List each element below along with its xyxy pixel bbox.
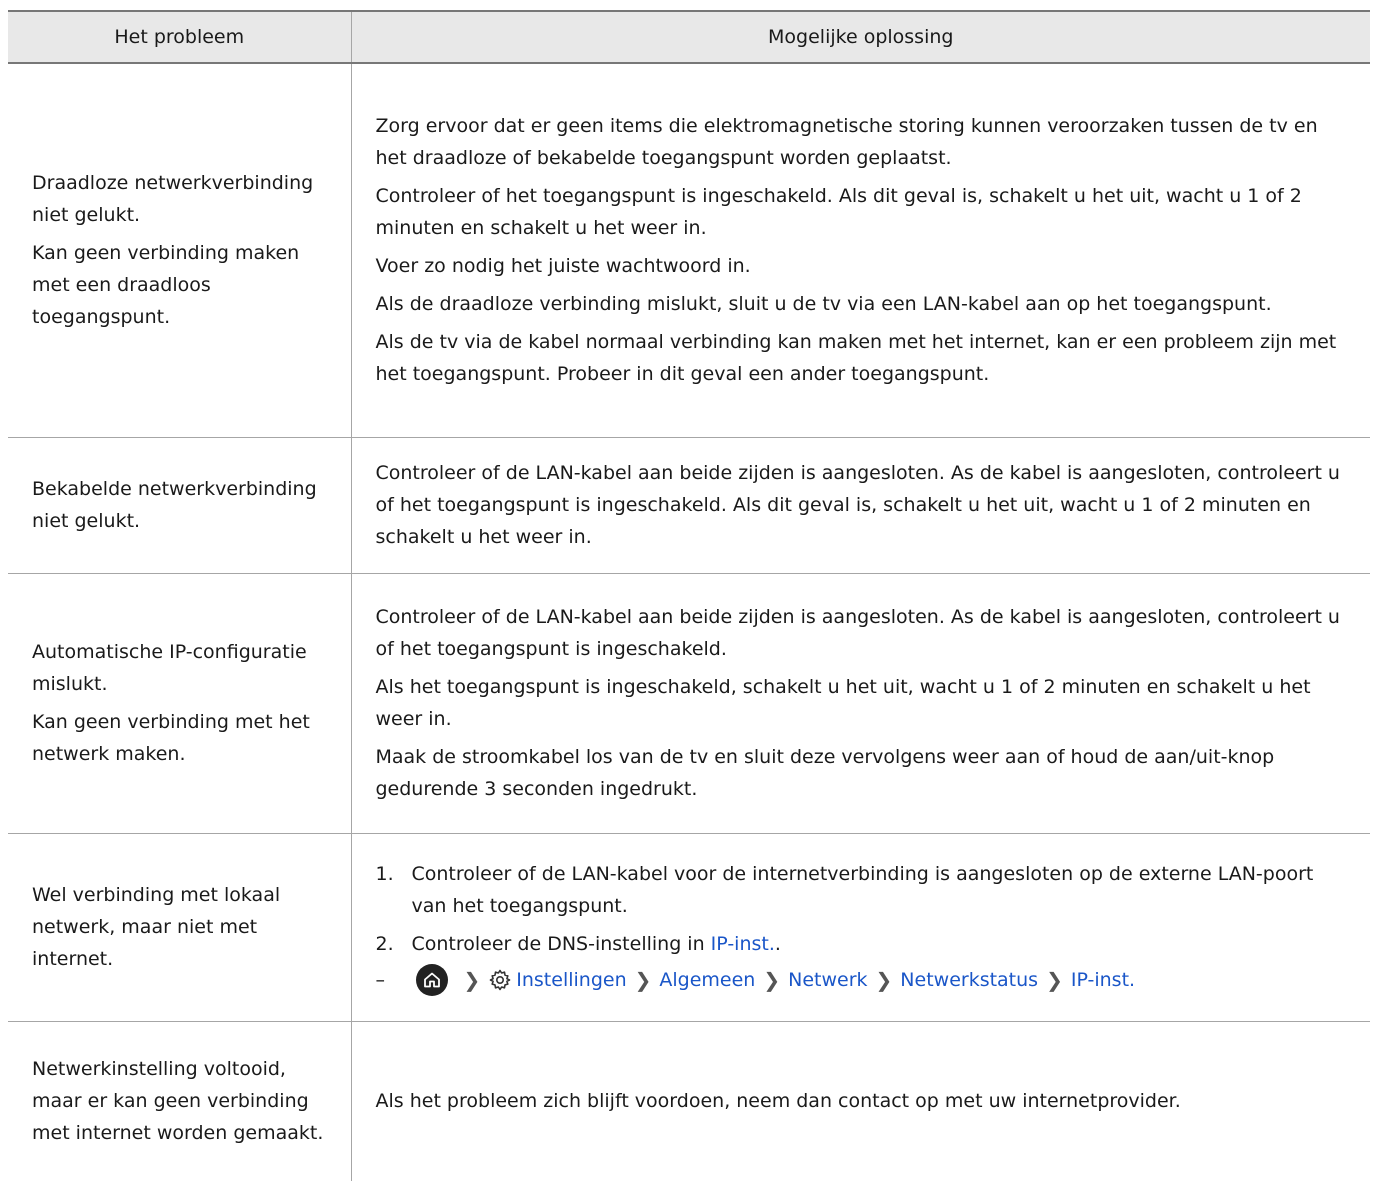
problem-text: Kan geen verbinding met het netwerk make… — [32, 711, 310, 765]
step-text: Controleer of de LAN-kabel voor de inter… — [411, 863, 1314, 917]
table-header-row: Het probleem Mogelijke oplossing — [8, 10, 1370, 64]
table-row: Draadloze netwerkverbinding niet gelukt.… — [8, 63, 1370, 438]
problem-cell: Bekabelde netwerkverbinding niet gelukt. — [8, 437, 352, 574]
chevron-right-icon: ❯ — [875, 968, 893, 992]
problem-cell: Automatische IP-configuratie mislukt. Ka… — [8, 573, 352, 834]
problem-text: Wel verbinding met lokaal netwerk, maar … — [32, 884, 281, 970]
solution-text: Als het probleem zich blijft voordoen, n… — [375, 1090, 1181, 1113]
table-row: Bekabelde netwerkverbinding niet gelukt.… — [8, 437, 1370, 574]
steps-list: 1. Controleer of de LAN-kabel voor de in… — [376, 858, 1351, 960]
chevron-right-icon: ❯ — [763, 968, 781, 992]
step-item: 1. Controleer of de LAN-kabel voor de in… — [376, 858, 1351, 922]
solution-cell: Controleer of de LAN-kabel aan beide zij… — [351, 573, 1370, 834]
gear-icon — [488, 968, 512, 992]
path-item-netwerk[interactable]: Netwerk — [788, 964, 867, 996]
step-text-container: Controleer de DNS-instelling in IP-inst.… — [412, 928, 1351, 960]
problem-text: Draadloze netwerkverbinding niet gelukt. — [32, 172, 314, 227]
solution-cell: Als het probleem zich blijft voordoen, n… — [351, 1021, 1370, 1181]
solution-text: Als de draadloze verbinding mislukt, slu… — [375, 293, 1272, 316]
solution-cell: Zorg ervoor dat er geen items die elektr… — [351, 63, 1370, 438]
solution-cell: Controleer of de LAN-kabel aan beide zij… — [351, 437, 1370, 574]
chevron-right-icon: ❯ — [463, 968, 481, 992]
solution-cell: 1. Controleer of de LAN-kabel voor de in… — [351, 833, 1370, 1022]
table-row: Wel verbinding met lokaal netwerk, maar … — [8, 833, 1370, 1022]
step-text-tail: . — [774, 933, 781, 955]
path-item-algemeen[interactable]: Algemeen — [659, 964, 755, 996]
solution-text: Controleer of het toegangspunt is ingesc… — [375, 185, 1302, 240]
path-item-instellingen[interactable]: Instellingen — [516, 964, 626, 996]
path-item-ip-inst[interactable]: IP-inst. — [1071, 964, 1135, 996]
header-problem: Het probleem — [8, 10, 352, 64]
solution-text: Controleer of de LAN-kabel aan beide zij… — [375, 606, 1340, 660]
page: Het probleem Mogelijke oplossing Draadlo… — [0, 0, 1373, 1181]
chevron-right-icon: ❯ — [634, 968, 652, 992]
solution-text: Controleer of de LAN-kabel aan beide zij… — [375, 462, 1340, 548]
path-dash: – — [375, 969, 386, 991]
solution-text: Voer zo nodig het juiste wachtwoord in. — [375, 255, 751, 278]
problem-cell: Wel verbinding met lokaal netwerk, maar … — [8, 833, 352, 1022]
solution-text: Als de tv via de kabel normaal verbindin… — [375, 331, 1337, 386]
solution-text: Als het toegangspunt is ingeschakeld, sc… — [375, 676, 1311, 730]
table-row: Netwerkinstelling voltooid, maar er kan … — [8, 1021, 1370, 1181]
step-text: Controleer de DNS-instelling in — [411, 933, 711, 955]
header-solution: Mogelijke oplossing — [351, 10, 1370, 64]
troubleshooting-table: Het probleem Mogelijke oplossing Draadlo… — [8, 10, 1370, 1181]
solution-text: Zorg ervoor dat er geen items die elektr… — [375, 115, 1318, 170]
chevron-right-icon: ❯ — [1046, 968, 1063, 992]
problem-cell: Netwerkinstelling voltooid, maar er kan … — [8, 1021, 352, 1181]
solution-text: Maak de stroomkabel los van de tv en slu… — [375, 746, 1275, 800]
step-item: 2. Controleer de DNS-instelling in IP-in… — [376, 928, 1351, 960]
problem-text: Bekabelde netwerkverbinding niet gelukt. — [32, 478, 317, 532]
menu-path: – ❯ Instellingen ❯ Algemeen ❯ Netwerk ❯ … — [376, 964, 1351, 996]
step-number: 1. — [375, 863, 394, 885]
home-icon — [415, 964, 448, 996]
ip-settings-link[interactable]: IP-inst. — [711, 933, 775, 955]
step-number: 2. — [375, 933, 394, 955]
problem-cell: Draadloze netwerkverbinding niet gelukt.… — [8, 63, 352, 438]
problem-text: Netwerkinstelling voltooid, maar er kan … — [32, 1058, 324, 1145]
table-row: Automatische IP-configuratie mislukt. Ka… — [8, 573, 1370, 834]
path-item-netwerkstatus[interactable]: Netwerkstatus — [900, 964, 1038, 996]
problem-text: Automatische IP-configuratie mislukt. — [32, 641, 307, 695]
problem-text: Kan geen verbinding maken met een draadl… — [32, 242, 300, 329]
